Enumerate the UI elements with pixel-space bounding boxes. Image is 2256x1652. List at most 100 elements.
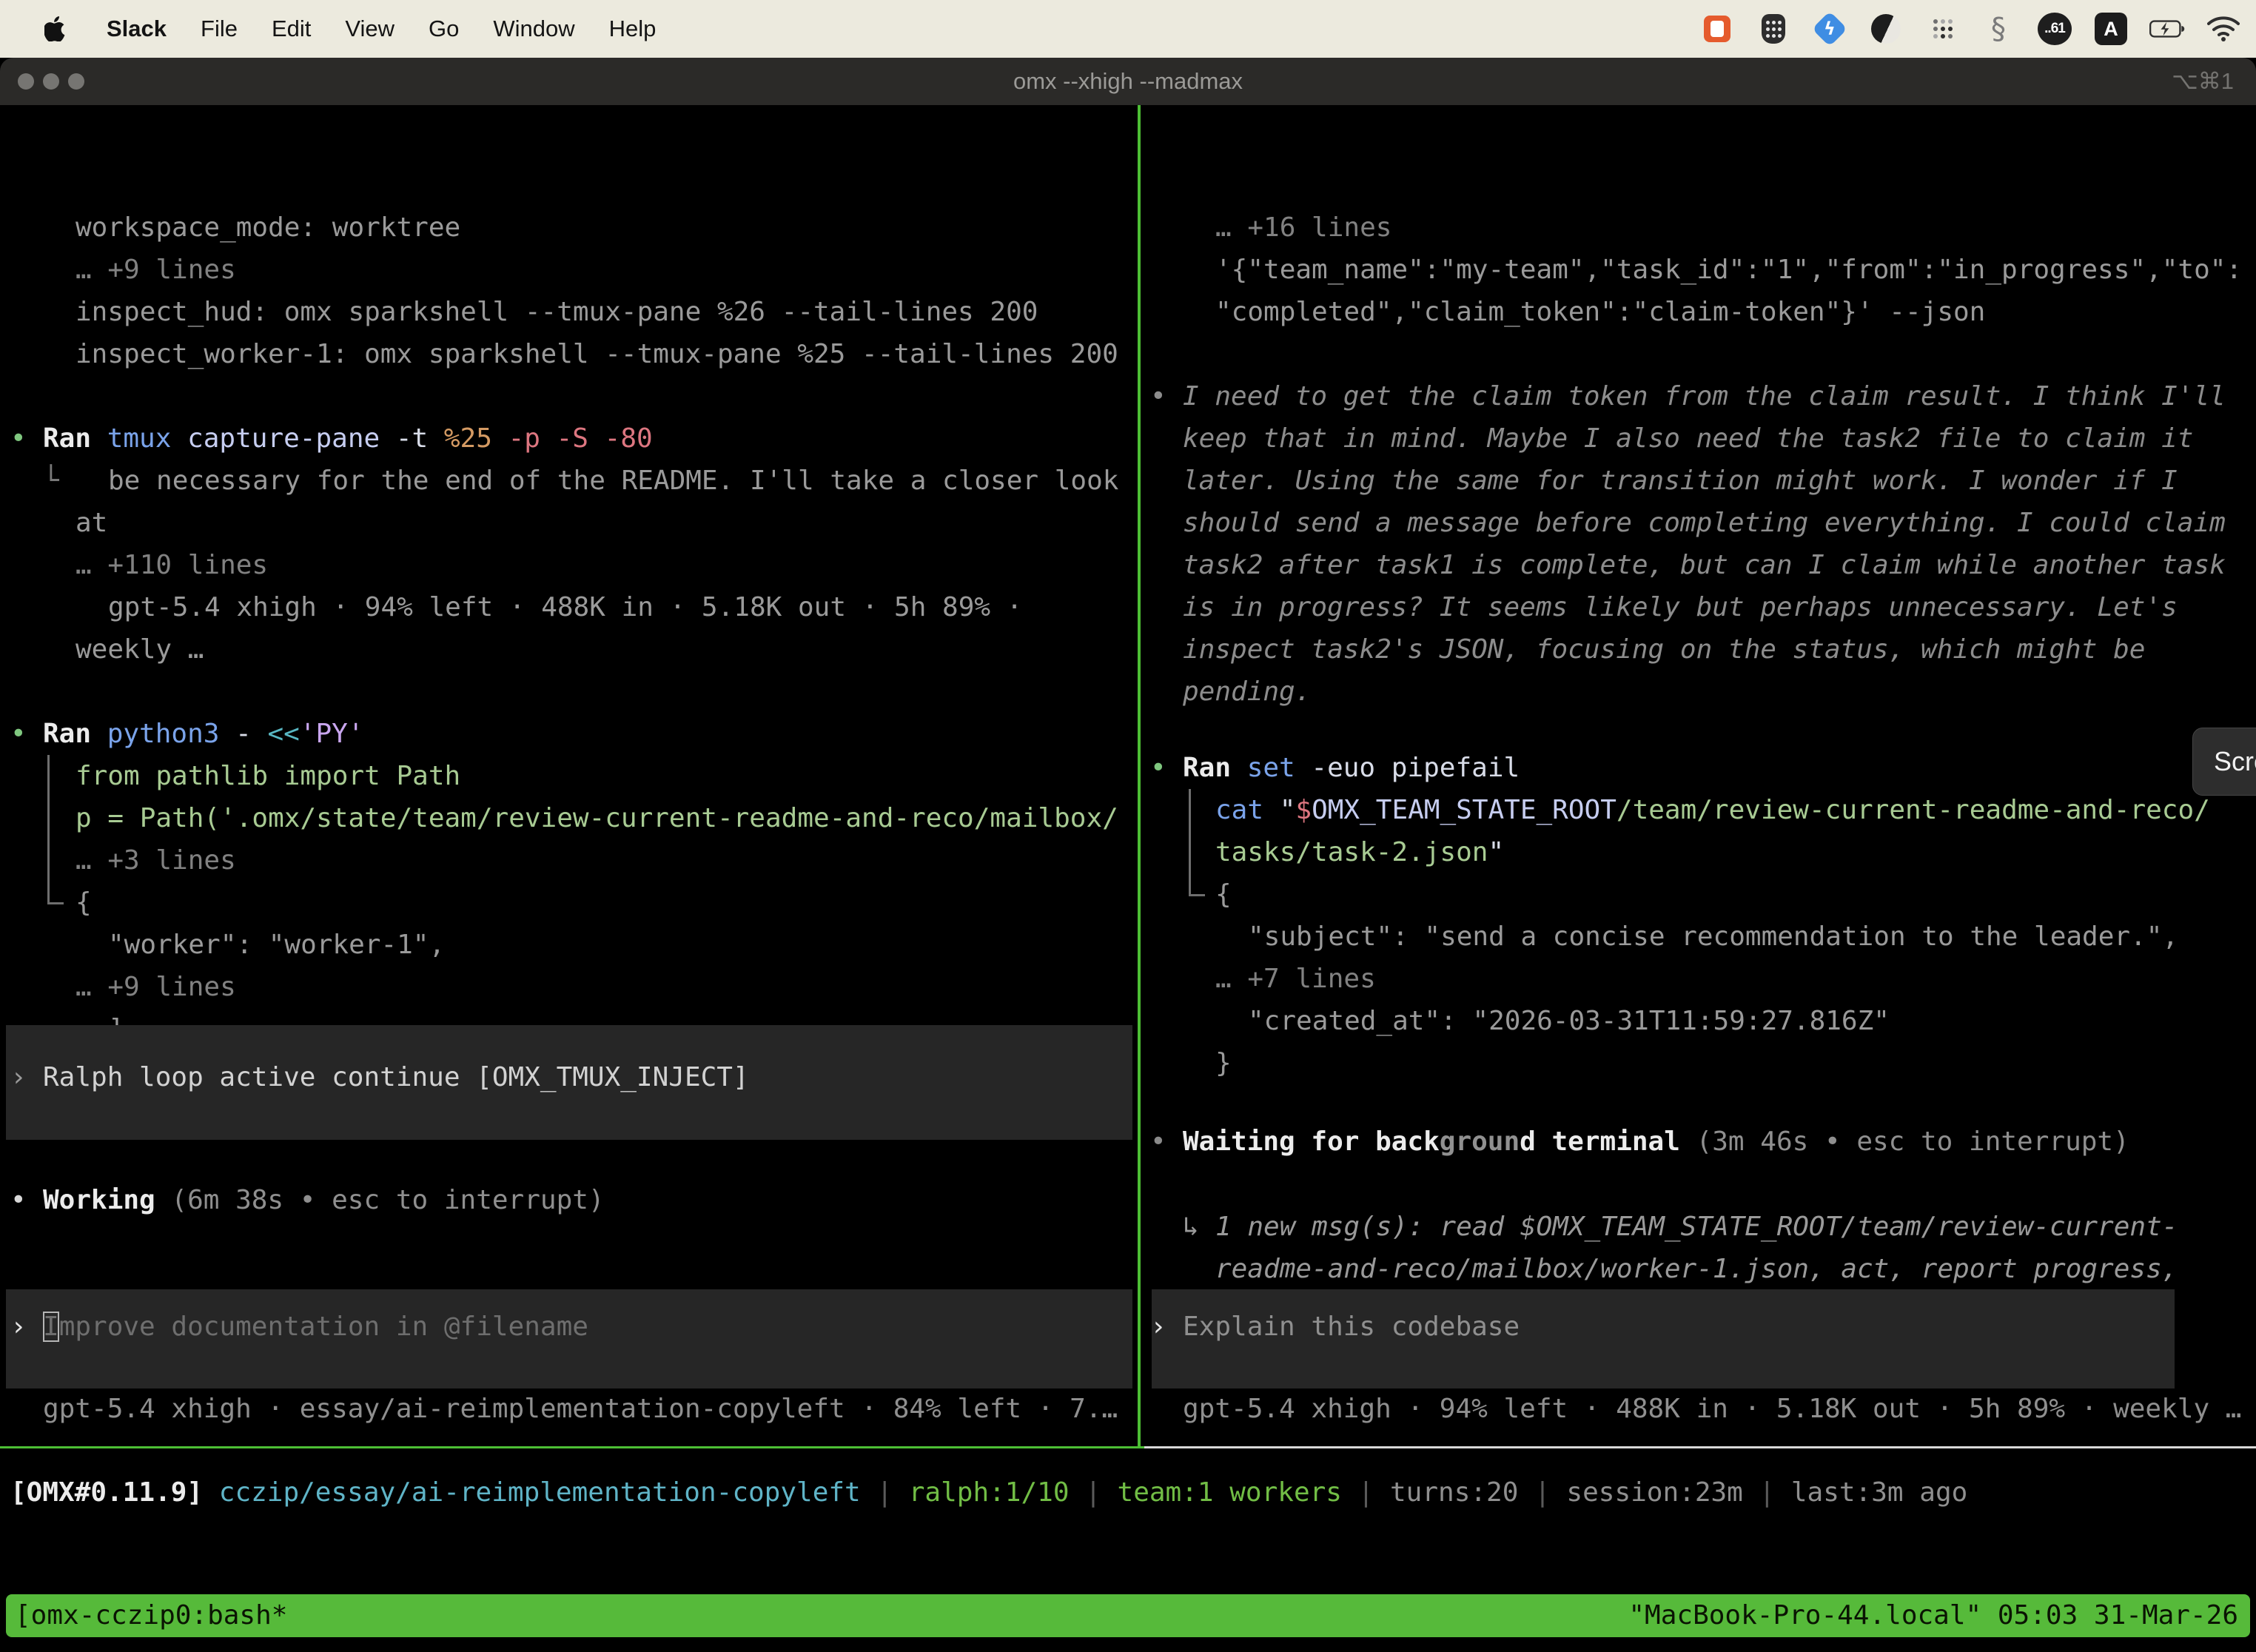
text-cursor: I <box>43 1312 59 1342</box>
command-name: cat <box>1215 795 1280 825</box>
omx-status-line: [OMX#0.11.9] cczip/essay/ai-reimplementa… <box>10 1471 1967 1514</box>
tmux-clock: 05:03 <box>1998 1600 2094 1631</box>
output-json-line: { <box>1215 873 1232 916</box>
waiting-label-shimmer: groun <box>1440 1126 1520 1157</box>
waiting-bullet: • <box>1150 1121 1166 1163</box>
agent-status-line-left: gpt-5.4 xhigh · essay/ai-reimplementatio… <box>43 1388 1118 1430</box>
code-block-rule <box>1189 789 1191 896</box>
agent-status-line-right: gpt-5.4 xhigh · 94% left · 488K in · 5.1… <box>1183 1388 2241 1430</box>
terminal-window[interactable]: workspace_mode: worktree … +9 lines insp… <box>0 105 2256 1652</box>
waiting-status-line: Waiting for background terminal (3m 46s … <box>1183 1121 2129 1163</box>
quote: " <box>1280 795 1296 825</box>
prompt-placeholder-left[interactable]: Improve documentation in @filename <box>43 1306 588 1348</box>
tmux-status-bar: [omx-cczip0:bash* "MacBook-Pro-44.local"… <box>6 1594 2250 1637</box>
omx-project-path: cczip/essay/ai-reimplementation-copyleft <box>219 1477 861 1508</box>
terminal-line: inspect_hud: omx sparkshell --tmux-pane … <box>75 291 1038 333</box>
collapsed-lines-indicator: … +16 lines <box>1215 206 1391 249</box>
output-json-line: "subject": "send a concise recommendatio… <box>1248 916 2178 958</box>
code-block-rule <box>47 755 50 904</box>
working-label: Working <box>43 1185 171 1215</box>
wifi-icon[interactable] <box>2206 11 2241 47</box>
dots-grid-icon[interactable] <box>1924 11 1960 47</box>
apple-icon[interactable] <box>37 11 73 47</box>
omx-ralph-counter: ralph:1/10 <box>909 1477 1070 1508</box>
output-json-line: } <box>1215 1042 1232 1084</box>
code-line: from pathlib import Path <box>75 755 460 797</box>
chevron-glyph: › <box>10 1056 27 1098</box>
collapsed-lines-indicator: … +3 lines <box>75 839 236 882</box>
thinking-line: pending. <box>1183 671 1311 713</box>
ralph-loop-status: Ralph loop active continue [OMX_TMUX_INJ… <box>43 1056 749 1098</box>
ran-bullet: • <box>10 713 27 755</box>
command-output-line: weekly … <box>75 628 204 671</box>
code-line: cat "$OMX_TEAM_STATE_ROOT/team/review-cu… <box>1215 789 2210 831</box>
screen-record-icon[interactable] <box>1699 11 1735 47</box>
working-meta: (6m 38s • esc to interrupt) <box>171 1185 604 1215</box>
ran-label: Ran <box>43 423 107 454</box>
pane-border-active <box>0 1446 1144 1448</box>
ran-bullet: • <box>10 417 27 460</box>
command-name: tmux <box>107 423 187 454</box>
omx-session-time: session:23m <box>1566 1477 1742 1508</box>
menu-item-slack[interactable]: Slack <box>107 16 167 42</box>
flag: -80 <box>605 423 653 454</box>
keypad-icon[interactable] <box>1756 11 1791 47</box>
menu-item-window[interactable]: Window <box>493 16 574 42</box>
tmux-date: 31-Mar-26 <box>2094 1600 2238 1631</box>
thinking-line: later. Using the same for transition mig… <box>1183 460 2178 502</box>
collapsed-lines-indicator: … +9 lines <box>75 966 236 1008</box>
menu-item-edit[interactable]: Edit <box>272 16 311 42</box>
flag: -t <box>396 423 444 454</box>
command-output-line: be necessary for the end of the README. … <box>108 460 1118 502</box>
output-json-line: "worker": "worker-1", <box>108 924 445 966</box>
tmux-host-clock: "MacBook-Pro-44.local" 05:03 31-Mar-26 <box>1628 1594 2238 1637</box>
pane-border-inactive <box>1144 1446 2256 1448</box>
prompt-placeholder-text: mprove documentation in @filename <box>59 1312 588 1342</box>
tmux-session-name[interactable]: [omx-cczip0:bash* <box>15 1594 287 1637</box>
thinking-line: task2 after task1 is complete, but can I… <box>1183 544 2226 586</box>
terminal-line: "completed","claim_token":"claim-token"}… <box>1215 291 1985 333</box>
ran-command-line: Ran python3 - <<'PY' <box>43 713 364 755</box>
pane-divider[interactable] <box>1138 105 1141 1448</box>
waiting-label: Waiting for back <box>1183 1126 1440 1157</box>
working-status-line: Working (6m 38s • esc to interrupt) <box>43 1179 605 1221</box>
menu-item-go[interactable]: Go <box>429 16 459 42</box>
thinking-line: I need to get the claim token from the c… <box>1183 375 2226 417</box>
contrast-icon[interactable] <box>1868 11 1904 47</box>
message-arrow: ↳ <box>1183 1206 1199 1248</box>
env-var: OMX_TEAM_STATE_ROOT <box>1312 795 1617 825</box>
omx-version: [OMX#0.11.9] <box>10 1477 219 1508</box>
omx-turns: turns:20 <box>1390 1477 1518 1508</box>
prompt-placeholder-right[interactable]: Explain this codebase <box>1183 1306 1520 1348</box>
heredoc-operator: << <box>267 719 299 749</box>
terminal-line: '{"team_name":"my-team","task_id":"1","f… <box>1215 249 2242 291</box>
spark-icon[interactable]: ϟ <box>1812 11 1847 47</box>
battery-icon[interactable] <box>2149 11 2185 47</box>
separator: | <box>1743 1477 1791 1508</box>
window-title-bar: omx --xhigh --madmax ⌥⌘1 <box>0 58 2256 105</box>
thinking-line: should send a message before completing … <box>1183 502 2226 544</box>
dollar-sign: $ <box>1295 795 1312 825</box>
message-line: readme-and-reco/mailbox/worker-1.json, a… <box>1215 1248 2178 1290</box>
window-title: omx --xhigh --madmax <box>0 58 2256 105</box>
command-name: python3 <box>107 719 235 749</box>
command-output-line: gpt-5.4 xhigh · 94% left · 488K in · 5.1… <box>108 586 1022 628</box>
prompt-chevron: › <box>1150 1306 1166 1348</box>
badge-61-icon[interactable]: ..61 <box>2037 11 2072 47</box>
menu-item-file[interactable]: File <box>201 16 238 42</box>
waiting-meta: (3m 46s • esc to interrupt) <box>1696 1126 2129 1157</box>
menu-item-view[interactable]: View <box>345 16 395 42</box>
separator: | <box>1342 1477 1390 1508</box>
separator: | <box>861 1477 909 1508</box>
code-line: tasks/task-2.json" <box>1215 831 1504 873</box>
code-block-rule-corner <box>1189 894 1205 896</box>
thinking-line: is in progress? It seems likely but perh… <box>1183 586 2178 628</box>
menu-item-help[interactable]: Help <box>609 16 657 42</box>
input-source-icon[interactable]: A <box>2093 11 2129 47</box>
quote: " <box>1488 837 1504 867</box>
waiting-label: d terminal <box>1520 1126 1696 1157</box>
command-name: set <box>1247 753 1312 783</box>
tmux-hostname: "MacBook-Pro-44.local" <box>1628 1600 1998 1631</box>
separator: | <box>1070 1477 1118 1508</box>
clip-icon[interactable]: § <box>1981 11 2016 47</box>
